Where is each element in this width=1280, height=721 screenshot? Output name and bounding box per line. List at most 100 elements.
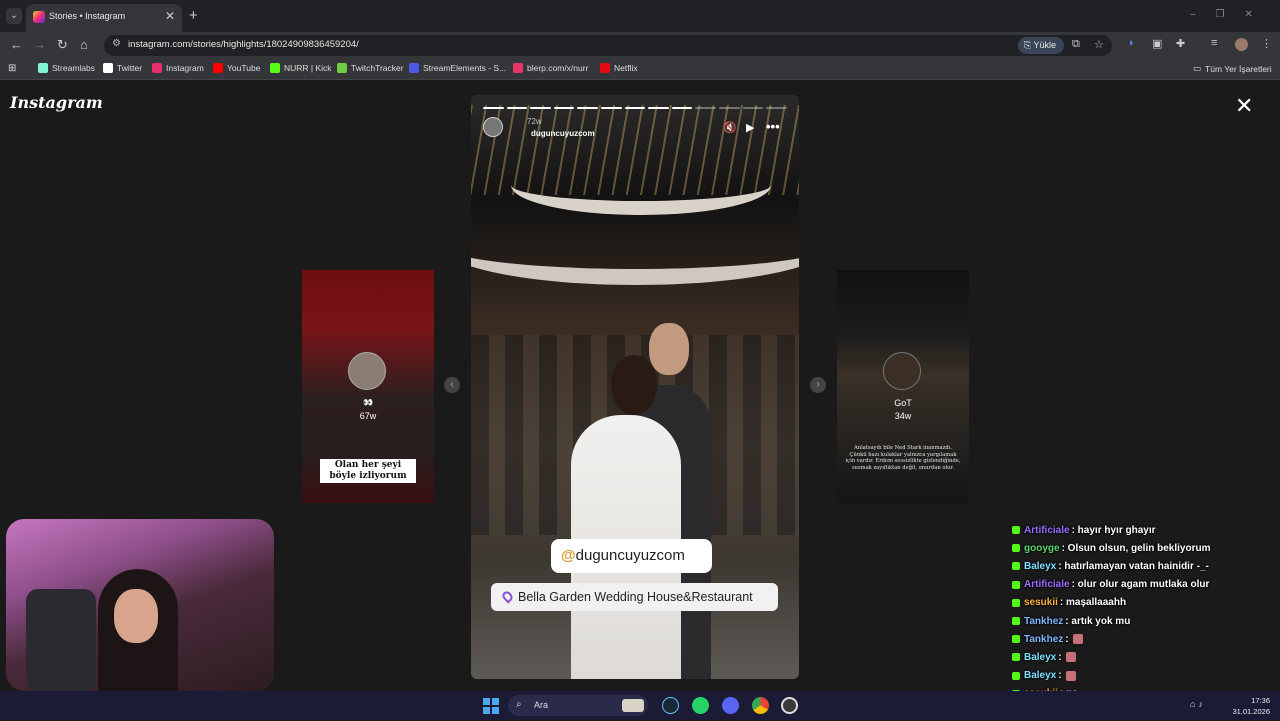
chat-text: : <box>1065 633 1069 645</box>
upload-button[interactable]: ⎘ Yükle <box>1018 37 1064 54</box>
story-progress-segment <box>483 107 504 109</box>
clock-time[interactable]: 17:36 <box>1246 696 1270 705</box>
bookmark-netflix[interactable]: Netflix <box>600 63 638 73</box>
clock-date[interactable]: 31.01.2026 <box>1228 707 1270 716</box>
youtube-icon <box>213 63 223 73</box>
story-progress-segment <box>577 107 599 109</box>
close-stories-icon[interactable]: ✕ <box>1235 95 1253 117</box>
all-bookmarks-folder[interactable]: ▭ Tüm Yer İşaretleri <box>1193 63 1272 74</box>
chat-username[interactable]: sesukii <box>1024 597 1058 608</box>
chat-message: Artificiale: hayır hyır ghayır <box>1012 521 1274 539</box>
obs-icon[interactable] <box>781 697 798 714</box>
media-control-icon[interactable]: ≡ <box>1211 37 1217 49</box>
next-story-chevron-icon[interactable]: › <box>810 377 826 393</box>
story-bride-head <box>611 355 657 415</box>
next-story-avatar <box>883 352 921 390</box>
bookmark-youtube[interactable]: YouTube <box>213 63 260 73</box>
more-options-icon[interactable]: ••• <box>766 119 780 134</box>
streamelements-icon <box>409 63 419 73</box>
chat-username[interactable]: gooyge <box>1024 543 1060 554</box>
forward-icon[interactable]: → <box>33 37 46 52</box>
bookmark-streamlabs[interactable]: Streamlabs <box>38 63 95 73</box>
previous-story-preview[interactable]: 👀 67w Olan her şeyi böyle izliyorum <box>302 270 434 503</box>
story-progress-segment <box>624 107 646 109</box>
mute-icon[interactable]: 🔇 <box>723 121 737 134</box>
bookmark-streamelements[interactable]: StreamElements - S... <box>409 63 506 73</box>
play-icon[interactable]: ▶ <box>746 121 754 134</box>
instagram-stories-page: Instagram ✕ 👀 67w Olan her şeyi böyle iz… <box>0 81 1280 717</box>
chat-username[interactable]: Tankhez <box>1024 616 1063 627</box>
bookmark-star-icon[interactable]: ☆ <box>1094 38 1104 51</box>
minimize-icon[interactable]: – <box>1190 9 1216 20</box>
restore-icon[interactable]: ❐ <box>1216 9 1245 20</box>
chat-message: Tankhez: artık yok mu <box>1012 612 1274 630</box>
windows-start-icon[interactable] <box>483 698 499 714</box>
bookmark-instagram[interactable]: Instagram <box>152 63 204 73</box>
new-tab-button[interactable]: + <box>189 7 198 24</box>
next-story-preview[interactable]: GoT 34w Anlatsaydı bile Ned Stark inanma… <box>837 270 969 503</box>
chat-username[interactable]: Tankhez <box>1024 634 1063 645</box>
bookmark-kick[interactable]: NURR | Kick <box>270 63 332 73</box>
prev-story-age: 67w <box>359 411 377 421</box>
chat-username[interactable]: Baleyx <box>1024 561 1056 572</box>
mention-sticker[interactable]: @duguncuyuzcom <box>551 539 712 573</box>
whatsapp-icon[interactable] <box>692 697 709 714</box>
tab-search-button[interactable]: ⌄ <box>6 8 22 24</box>
extension-icon[interactable]: ◗ <box>1128 37 1135 49</box>
kick-badge-icon <box>1012 635 1020 644</box>
prev-story-name: 👀 <box>363 398 373 407</box>
address-bar[interactable]: ⚙ instagram.com/stories/highlights/18024… <box>104 35 1112 56</box>
chrome-icon[interactable] <box>752 697 769 714</box>
story-groom-head <box>649 323 689 375</box>
bookmark-blerp[interactable]: blerp.com/x/nurr <box>513 63 588 73</box>
kick-badge-icon <box>1012 580 1020 589</box>
home-icon[interactable]: ⌂ <box>80 37 88 52</box>
extension-icon-2[interactable]: ▣ <box>1152 37 1162 50</box>
extensions-puzzle-icon[interactable]: ✚ <box>1176 37 1185 50</box>
browser-tab-active[interactable]: Stories • Instagram ✕ <box>26 4 182 32</box>
kick-badge-icon <box>1012 544 1020 553</box>
previous-story-chevron-icon[interactable]: ‹ <box>444 377 460 393</box>
url-text[interactable]: instagram.com/stories/highlights/1802490… <box>128 39 359 50</box>
folder-icon: ▭ <box>1193 63 1202 73</box>
volume-icon[interactable]: ♪ <box>1198 699 1206 709</box>
system-tray[interactable]: ⌂♪ <box>1190 699 1206 709</box>
instagram-favicon-icon <box>33 11 45 23</box>
instagram-logo[interactable]: Instagram <box>10 93 103 112</box>
twitchtracker-icon <box>337 63 347 73</box>
story-progress-segment <box>601 107 622 109</box>
window-close-icon[interactable]: ✕ <box>1245 9 1273 20</box>
prev-story-avatar <box>348 352 386 390</box>
site-info-icon[interactable]: ⚙ <box>112 38 121 49</box>
kick-badge-icon <box>1012 598 1020 607</box>
kick-badge-icon <box>1012 526 1020 535</box>
chat-text: : <box>1058 651 1062 663</box>
apps-grid-icon[interactable]: ⊞ <box>8 63 16 74</box>
translate-icon[interactable]: ⧉ <box>1072 38 1080 51</box>
chat-username[interactable]: Artificiale <box>1024 579 1070 590</box>
story-author-avatar[interactable] <box>483 117 503 137</box>
window-controls[interactable]: –❐✕ <box>1190 9 1273 20</box>
chat-username[interactable]: Baleyx <box>1024 652 1056 663</box>
taskbar-search[interactable]: ⌕ Ara <box>508 695 648 716</box>
back-icon[interactable]: ← <box>10 37 23 52</box>
chat-username[interactable]: Baleyx <box>1024 670 1056 681</box>
location-text: Bella Garden Wedding House&Restaurant <box>518 590 753 604</box>
bookmark-twitter[interactable]: Twitter <box>103 63 142 73</box>
menu-dots-icon[interactable]: ⋮ <box>1261 37 1272 50</box>
profile-avatar[interactable] <box>1235 38 1248 51</box>
chat-username[interactable]: Artificiale <box>1024 525 1070 536</box>
story-progress-segment <box>553 107 575 109</box>
chat-text: : hayır hyır ghayır <box>1071 524 1156 536</box>
bookmark-twitchtracker[interactable]: TwitchTracker <box>337 63 404 73</box>
kick-badge-icon <box>1012 653 1020 662</box>
story-progress-segment <box>648 107 669 109</box>
steam-icon[interactable] <box>662 697 679 714</box>
prev-story-caption: Olan her şeyi böyle izliyorum <box>320 459 416 483</box>
tab-close-icon[interactable]: ✕ <box>165 9 175 23</box>
location-sticker[interactable]: Bella Garden Wedding House&Restaurant <box>491 583 778 611</box>
active-story[interactable]: 72w duguncuyuzcom 🔇 ▶ ••• @duguncuyuzcom… <box>471 95 799 679</box>
reload-icon[interactable]: ↻ <box>57 37 68 53</box>
discord-icon[interactable] <box>722 697 739 714</box>
story-username[interactable]: duguncuyuzcom <box>531 129 595 138</box>
